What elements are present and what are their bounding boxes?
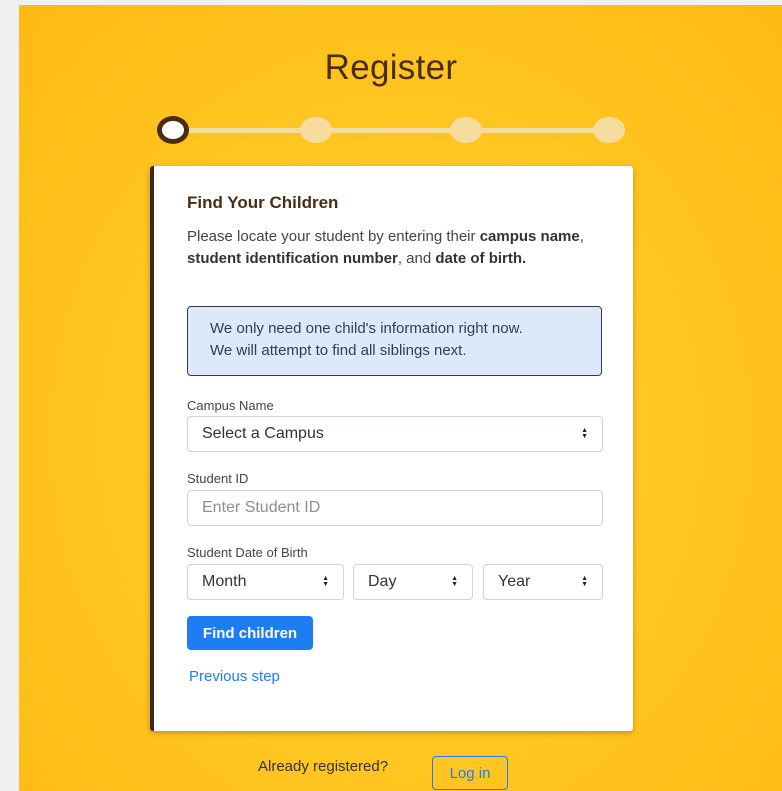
desc-text: , and [397, 250, 436, 267]
campus-select-value: Select a Campus [202, 425, 324, 442]
card-description: Please locate your student by entering t… [187, 226, 597, 270]
info-alert: We only need one child's information rig… [187, 306, 602, 376]
info-line-1: We only need one child's information rig… [210, 320, 523, 337]
card-title: Find Your Children [187, 193, 339, 212]
month-select-value: Month [202, 573, 247, 590]
select-caret-icon: ▲ ▼ [581, 575, 588, 588]
campus-select[interactable]: Select a Campus ▲ ▼ [187, 416, 603, 452]
student-id-label: Student ID [187, 471, 249, 486]
info-line-2: We will attempt to find all siblings nex… [210, 342, 467, 359]
find-children-card: Find Your Children Please locate your st… [150, 166, 633, 731]
login-button[interactable]: Log in [432, 756, 508, 790]
desc-text: , [579, 228, 584, 245]
year-select-value: Year [498, 573, 531, 590]
campus-label: Campus Name [187, 398, 274, 413]
step-3-dot [450, 117, 482, 143]
desc-student-id-bold: student identification number [187, 250, 398, 267]
desc-dob-bold: date of birth. [435, 250, 527, 267]
step-4-dot [593, 117, 625, 143]
student-id-placeholder: Enter Student ID [202, 499, 321, 516]
dob-month-select[interactable]: Month ▲ ▼ [187, 564, 344, 600]
progress-track [174, 128, 610, 133]
previous-step-link[interactable]: Previous step [189, 668, 280, 685]
dob-label: Student Date of Birth [187, 545, 308, 560]
student-id-input[interactable]: Enter Student ID [187, 490, 603, 526]
already-registered-text: Already registered? [258, 758, 389, 775]
select-caret-icon: ▲ ▼ [581, 427, 588, 440]
page-title: Register [324, 48, 458, 87]
desc-text: Please locate your student by entering t… [187, 228, 480, 245]
select-caret-icon: ▲ ▼ [451, 575, 458, 588]
find-children-button[interactable]: Find children [187, 616, 313, 650]
desc-campus-bold: campus name [479, 228, 580, 245]
step-1-dot-active [157, 116, 189, 144]
step-2-dot [300, 117, 332, 143]
day-select-value: Day [368, 573, 397, 590]
select-caret-icon: ▲ ▼ [322, 575, 329, 588]
dob-day-select[interactable]: Day ▲ ▼ [353, 564, 473, 600]
dob-year-select[interactable]: Year ▲ ▼ [483, 564, 603, 600]
